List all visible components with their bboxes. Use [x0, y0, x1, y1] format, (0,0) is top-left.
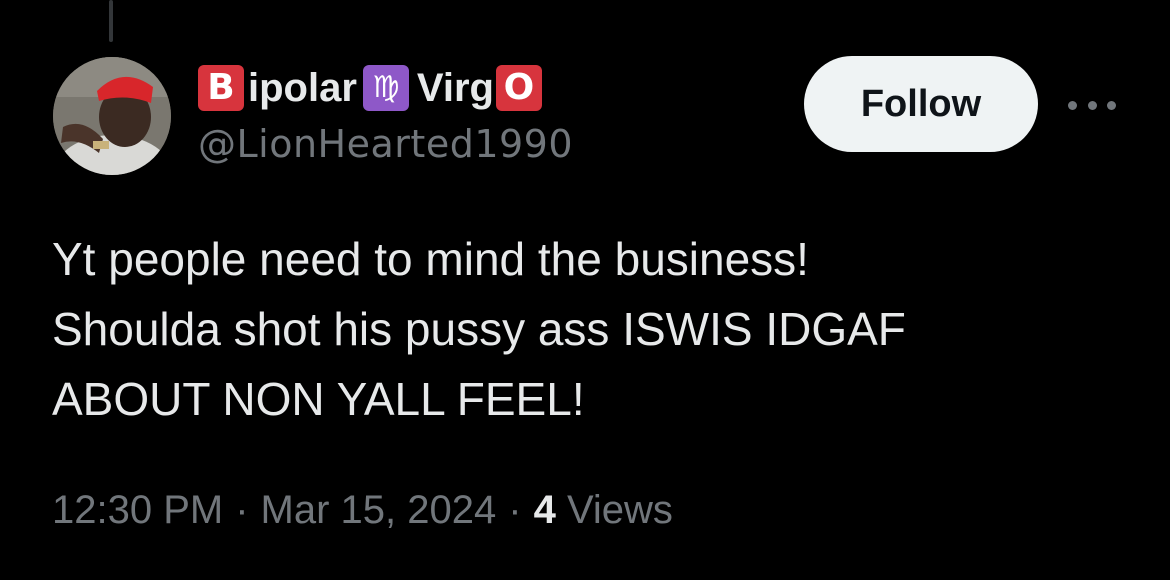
- meta-separator: ·: [235, 488, 249, 532]
- virgo-icon: ♍: [362, 65, 409, 111]
- tweet-text-line: ABOUT NON YALL FEEL!: [52, 373, 585, 425]
- tweet-time[interactable]: 12:30 PM: [52, 488, 223, 532]
- more-dot: [1087, 100, 1097, 110]
- name-text-virg: Virg: [416, 65, 494, 110]
- thread-connector-line: [109, 0, 113, 42]
- tweet-date[interactable]: Mar 15, 2024: [261, 488, 497, 532]
- tweet-text-line: Yt people need to mind the business!: [52, 233, 809, 285]
- name-text-bipolar: ipolar: [248, 65, 357, 110]
- avatar[interactable]: [53, 57, 171, 175]
- views-count[interactable]: 4: [534, 488, 556, 532]
- tweet-text-line: Shoulda shot his pussy ass ISWIS IDGAF: [52, 303, 906, 355]
- more-dot: [1068, 100, 1077, 110]
- more-dot: [1107, 100, 1116, 110]
- author-display-name[interactable]: B ipolar ♍ Virg O: [198, 64, 542, 112]
- tweet-text: Yt people need to mind the business! Sho…: [52, 224, 1132, 434]
- author-handle[interactable]: @LionHearted1990: [198, 122, 573, 166]
- avatar-photo: [53, 57, 171, 175]
- letter-o-emoji: O: [495, 65, 542, 111]
- meta-separator: ·: [508, 488, 522, 532]
- more-horizontal-icon[interactable]: [1068, 94, 1116, 116]
- tweet-meta: 12:30 PM · Mar 15, 2024 · 4 Views: [52, 488, 673, 533]
- letter-b-emoji: B: [198, 65, 244, 111]
- views-label[interactable]: Views: [567, 488, 673, 532]
- follow-button[interactable]: Follow: [804, 56, 1038, 152]
